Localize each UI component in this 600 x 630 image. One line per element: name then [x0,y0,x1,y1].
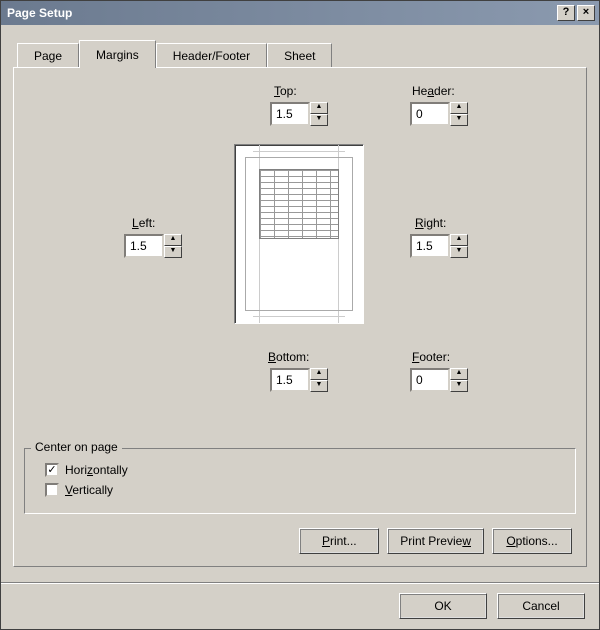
close-button[interactable]: × [577,5,595,21]
left-spin-down[interactable]: ▼ [164,246,182,258]
top-spin-down[interactable]: ▼ [310,114,328,126]
header-spinner: ▲ ▼ [410,102,468,126]
footer-spin-down[interactable]: ▼ [450,380,468,392]
margins-panel: Top: ▲ ▼ HeAder: ▲ ▼ [13,67,587,567]
left-label: Left: [132,216,155,230]
tabstrip: Page Margins Header/Footer Sheet [17,41,587,67]
vertically-label: Vertically [65,483,113,497]
options-button[interactable]: Options... [492,528,572,554]
right-spinner: ▲ ▼ [410,234,468,258]
bottom-input[interactable] [270,368,310,392]
header-input[interactable] [410,102,450,126]
panel-buttons: Print... Print Preview Options... [24,528,576,554]
print-preview-button[interactable]: Print Preview [387,528,484,554]
footer-spinner: ▲ ▼ [410,368,468,392]
preview-footer-line [253,316,345,317]
bottom-label: Bottom: [268,350,309,364]
titlebar: Page Setup ? × [1,1,599,25]
vertically-checkbox[interactable] [45,483,59,497]
left-spin-up[interactable]: ▲ [164,234,182,246]
footer-spin-up[interactable]: ▲ [450,368,468,380]
preview-header-line [253,151,345,152]
dialog-content: Page Margins Header/Footer Sheet Top: ▲ … [1,25,599,582]
right-label: Right: [415,216,446,230]
vertically-row[interactable]: Vertically [45,483,563,497]
ok-button[interactable]: OK [399,593,487,619]
horizontally-checkbox[interactable]: ✓ [45,463,59,477]
top-label: Top: [274,84,297,98]
margin-area: Top: ▲ ▼ HeAder: ▲ ▼ [24,78,576,438]
tab-header-footer[interactable]: Header/Footer [156,43,267,67]
print-button[interactable]: Print... [299,528,379,554]
header-spin-up[interactable]: ▲ [450,102,468,114]
right-input[interactable] [410,234,450,258]
right-spin-up[interactable]: ▲ [450,234,468,246]
header-label: HeAder: [412,84,455,98]
center-on-page-legend: Center on page [31,440,122,454]
left-input[interactable] [124,234,164,258]
top-input[interactable] [270,102,310,126]
dialog-buttons: OK Cancel [1,582,599,629]
titlebar-buttons: ? × [557,5,595,21]
page-setup-dialog: Page Setup ? × Page Margins Header/Foote… [0,0,600,630]
top-spin-up[interactable]: ▲ [310,102,328,114]
top-spinner: ▲ ▼ [270,102,328,126]
tab-sheet[interactable]: Sheet [267,43,332,67]
center-on-page-group: Center on page ✓ Horizontally Vertically [24,448,576,514]
left-spinner: ▲ ▼ [124,234,182,258]
footer-input[interactable] [410,368,450,392]
bottom-spin-up[interactable]: ▲ [310,368,328,380]
help-button[interactable]: ? [557,5,575,21]
preview-content-grid [259,169,339,239]
horizontally-label: Horizontally [65,463,128,477]
tab-margins[interactable]: Margins [79,40,156,68]
cancel-button[interactable]: Cancel [497,593,585,619]
tab-page[interactable]: Page [17,43,79,67]
bottom-spin-down[interactable]: ▼ [310,380,328,392]
bottom-spinner: ▲ ▼ [270,368,328,392]
horizontally-row[interactable]: ✓ Horizontally [45,463,563,477]
right-spin-down[interactable]: ▼ [450,246,468,258]
footer-label: Footer: [412,350,450,364]
page-preview [234,144,364,324]
header-spin-down[interactable]: ▼ [450,114,468,126]
window-title: Page Setup [7,6,557,20]
